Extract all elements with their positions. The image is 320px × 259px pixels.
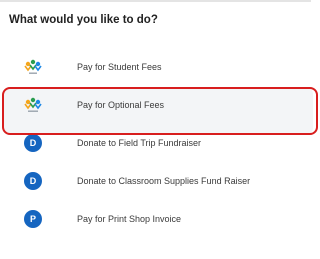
page-title: What would you like to do? — [9, 14, 158, 26]
letter-avatar-icon: D — [23, 171, 43, 191]
school-logo-icon — [23, 57, 43, 77]
option-label: Pay for Print Shop Invoice — [77, 214, 182, 224]
top-divider — [0, 0, 311, 2]
option-donate-classroom-supplies[interactable]: D Donate to Classroom Supplies Fund Rais… — [0, 162, 311, 200]
avatar-letter: P — [24, 210, 42, 228]
option-label: Donate to Field Trip Fundraiser — [77, 138, 202, 148]
selection-highlight-annotation — [2, 87, 318, 135]
letter-avatar-icon: D — [23, 133, 43, 153]
option-label: Pay for Student Fees — [77, 62, 162, 72]
option-pay-student-fees[interactable]: Pay for Student Fees — [0, 48, 311, 86]
option-pay-print-shop[interactable]: P Pay for Print Shop Invoice — [0, 200, 311, 238]
avatar-letter: D — [24, 172, 42, 190]
letter-avatar-icon: P — [23, 209, 43, 229]
option-label: Donate to Classroom Supplies Fund Raiser — [77, 176, 251, 186]
options-list: Pay for Student Fees Pay for Optional Fe… — [0, 48, 311, 238]
avatar-letter: D — [24, 134, 42, 152]
